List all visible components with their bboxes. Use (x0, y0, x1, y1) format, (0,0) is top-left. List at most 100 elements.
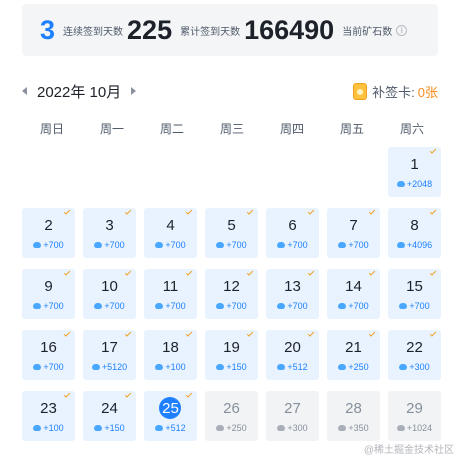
calendar-day-23[interactable]: 23 +100 (22, 391, 75, 441)
day-number: 3 (105, 217, 114, 234)
calendar-day-22[interactable]: 22 +300 (388, 330, 441, 380)
info-icon[interactable]: i (396, 24, 408, 36)
makeup-card[interactable]: 补签卡: 0张 (353, 80, 438, 102)
reward-amount: +350 (348, 423, 369, 433)
day-number: 13 (284, 278, 301, 295)
calendar-day-13[interactable]: 13 +700 (266, 269, 319, 319)
check-icon (246, 269, 254, 276)
ore-icon (396, 181, 405, 187)
calendar-day-14[interactable]: 14 +700 (327, 269, 380, 319)
calendar-day-25[interactable]: 25 +512 (144, 391, 197, 441)
calendar-day-1[interactable]: 1 +2048 (388, 147, 441, 197)
calendar-day-16[interactable]: 16 +700 (22, 330, 75, 380)
day-reward: +700 (205, 301, 258, 311)
calendar-day-18[interactable]: 18 +100 (144, 330, 197, 380)
reward-amount: +700 (348, 240, 369, 250)
ore-icon (399, 364, 408, 370)
reward-amount: +700 (226, 240, 247, 250)
chevron-left-icon[interactable] (22, 87, 27, 95)
ore-icon (94, 303, 103, 309)
day-number: 27 (284, 400, 301, 417)
reward-amount: +700 (43, 362, 64, 372)
reward-amount: +250 (226, 423, 247, 433)
ore-icon (33, 425, 42, 431)
day-reward: +300 (388, 362, 441, 372)
ore-icon (338, 364, 347, 370)
ore-icon (399, 303, 408, 309)
check-icon (63, 330, 71, 337)
calendar-day-5[interactable]: 5 +700 (205, 208, 258, 258)
reward-amount: +100 (43, 423, 64, 433)
check-icon (307, 269, 315, 276)
day-number: 7 (349, 217, 358, 234)
day-reward: +250 (205, 423, 258, 433)
check-icon (185, 269, 193, 276)
ore-icon (216, 425, 225, 431)
ore-icon (155, 364, 164, 370)
ore-icon (396, 425, 405, 431)
calendar-day-24[interactable]: 24 +150 (83, 391, 136, 441)
check-icon (368, 330, 376, 337)
day-number: 2 (44, 217, 53, 234)
day-number: 24 (101, 400, 118, 417)
calendar-day-4[interactable]: 4 +700 (144, 208, 197, 258)
day-reward: +512 (144, 423, 197, 433)
calendar-day-27[interactable]: 27 +300 (266, 391, 319, 441)
weekday-mon: 周一 (99, 122, 124, 136)
calendar-day-26[interactable]: 26 +250 (205, 391, 258, 441)
reward-amount: +300 (409, 362, 430, 372)
total-days-label: 累计签到天数 (180, 26, 241, 38)
ore-icon (155, 425, 164, 431)
calendar-day-28[interactable]: 28 +350 (327, 391, 380, 441)
day-reward: +700 (83, 240, 136, 250)
check-icon (307, 330, 315, 337)
reward-amount: +100 (165, 362, 186, 372)
day-number: 21 (345, 339, 362, 356)
calendar-day-20[interactable]: 20 +512 (266, 330, 319, 380)
calendar-day-3[interactable]: 3 +700 (83, 208, 136, 258)
reward-amount: +512 (165, 423, 186, 433)
calendar-day-21[interactable]: 21 +250 (327, 330, 380, 380)
ore-icon (216, 242, 225, 248)
day-reward: +4096 (388, 240, 441, 250)
reward-amount: +700 (165, 240, 186, 250)
calendar-day-2[interactable]: 2 +700 (22, 208, 75, 258)
day-reward: +700 (327, 240, 380, 250)
day-number: 8 (410, 217, 419, 234)
calendar-day-12[interactable]: 12 +700 (205, 269, 258, 319)
day-reward: +1024 (388, 423, 441, 433)
chevron-right-icon[interactable] (131, 87, 137, 95)
weekday-fri: 周五 (339, 122, 364, 136)
day-reward: +700 (388, 301, 441, 311)
total-stat: 225 累计签到天数 (127, 16, 241, 44)
weekday-thu: 周四 (279, 122, 304, 136)
calendar-day-19[interactable]: 19 +150 (205, 330, 258, 380)
day-number: 28 (345, 400, 362, 417)
day-reward: +5120 (83, 362, 136, 372)
day-reward: +700 (144, 301, 197, 311)
ore-icon (277, 425, 286, 431)
day-number: 14 (345, 278, 362, 295)
reward-amount: +150 (226, 362, 247, 372)
calendar-day-11[interactable]: 11 +700 (144, 269, 197, 319)
calendar-day-7[interactable]: 7 +700 (327, 208, 380, 258)
calendar-day-6[interactable]: 6 +700 (266, 208, 319, 258)
day-reward: +100 (144, 362, 197, 372)
calendar-day-10[interactable]: 10 +700 (83, 269, 136, 319)
calendar-day-15[interactable]: 15 +700 (388, 269, 441, 319)
day-reward: +300 (266, 423, 319, 433)
ore-count-value: 166490 (244, 14, 335, 45)
day-number: 18 (162, 339, 179, 356)
calendar-day-29[interactable]: 29 +1024 (388, 391, 441, 441)
day-number: 5 (227, 217, 236, 234)
check-icon (429, 269, 437, 276)
check-icon (429, 147, 437, 154)
reward-amount: +250 (348, 362, 369, 372)
reward-amount: +150 (104, 423, 125, 433)
ore-stat: 166490 当前矿石数 i (244, 14, 408, 45)
calendar-day-17[interactable]: 17 +5120 (83, 330, 136, 380)
ore-icon (33, 303, 42, 309)
day-reward: +700 (266, 301, 319, 311)
calendar-day-9[interactable]: 9 +700 (22, 269, 75, 319)
calendar-day-8[interactable]: 8 +4096 (388, 208, 441, 258)
